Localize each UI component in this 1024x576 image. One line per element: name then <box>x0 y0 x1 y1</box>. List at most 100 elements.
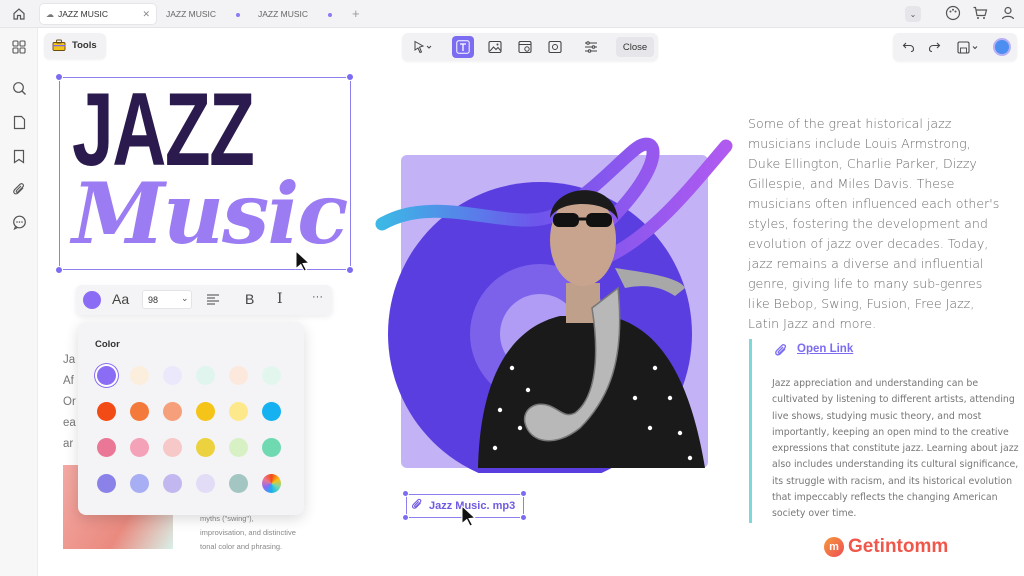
edit-toolbar: Close <box>402 33 658 61</box>
color-swatch[interactable] <box>97 474 116 493</box>
close-tab-icon[interactable]: ✕ <box>142 9 150 20</box>
bold-button[interactable]: B <box>245 291 254 307</box>
resize-handle[interactable] <box>520 490 527 497</box>
tab-label: JAZZ MUSIC <box>166 9 217 19</box>
grid-icon[interactable] <box>10 38 28 56</box>
more-options-icon[interactable]: ··· <box>312 291 323 303</box>
attachment-icon[interactable] <box>10 180 28 198</box>
quote-paragraph: Jazz appreciation and understanding can … <box>772 378 1019 520</box>
color-swatch[interactable] <box>130 438 149 457</box>
shape-tool-button[interactable] <box>544 36 566 58</box>
italic-button[interactable]: I <box>277 291 283 307</box>
close-button[interactable]: Close <box>616 37 654 57</box>
color-swatch[interactable] <box>229 366 248 385</box>
color-picker-panel: Color <box>78 322 304 515</box>
mouse-cursor-icon <box>460 504 478 532</box>
palette-icon[interactable] <box>945 5 961 26</box>
color-label: Color <box>95 339 120 350</box>
page-icon[interactable] <box>10 113 28 131</box>
color-swatch[interactable] <box>163 366 182 385</box>
resize-handle[interactable] <box>402 514 409 521</box>
tab-jazz-music-2[interactable]: JAZZ MUSIC <box>160 4 246 24</box>
tab-label: JAZZ MUSIC <box>58 9 109 19</box>
font-size-value: 98 <box>148 295 159 305</box>
select-tool-button[interactable] <box>408 36 438 58</box>
undo-icon[interactable] <box>897 36 919 58</box>
link-tool-button[interactable] <box>514 36 536 58</box>
text-selection-box[interactable] <box>59 77 351 270</box>
color-swatch[interactable] <box>97 438 116 457</box>
cloud-icon: ☁ <box>46 9 54 19</box>
color-swatch[interactable] <box>97 366 116 385</box>
text-fragment: improvisation, and distinctive <box>200 528 296 537</box>
color-swatch[interactable] <box>196 474 215 493</box>
resize-handle[interactable] <box>346 266 354 274</box>
resize-handle[interactable] <box>55 266 63 274</box>
font-button[interactable]: Aa <box>112 291 129 307</box>
color-swatch[interactable] <box>196 366 215 385</box>
color-swatch[interactable] <box>262 402 281 421</box>
left-text-bottom: myths ("swing"), improvisation, and dist… <box>200 512 296 554</box>
brand-logo-icon: m <box>824 537 844 557</box>
color-swatch[interactable] <box>130 366 149 385</box>
home-icon[interactable] <box>10 5 28 23</box>
color-swatch[interactable] <box>130 402 149 421</box>
tab-label: JAZZ MUSIC <box>258 9 309 19</box>
resize-handle[interactable] <box>346 73 354 81</box>
resize-handle[interactable] <box>520 514 527 521</box>
tab-dot-icon <box>236 9 240 19</box>
color-swatch[interactable] <box>163 474 182 493</box>
color-swatch[interactable] <box>229 402 248 421</box>
color-swatch[interactable] <box>196 438 215 457</box>
toolbox-icon <box>52 39 66 57</box>
tools-label: Tools <box>72 40 97 51</box>
tab-dot-icon <box>328 9 332 19</box>
mouse-cursor-icon <box>294 249 312 277</box>
left-text-partial: Ja Af Or ea ar <box>63 350 76 455</box>
color-swatch[interactable] <box>196 402 215 421</box>
color-swatch[interactable] <box>229 474 248 493</box>
brand-name: Getintomm <box>848 536 949 557</box>
text-tool-button[interactable] <box>452 36 474 58</box>
user-icon[interactable] <box>1000 5 1016 26</box>
comment-icon[interactable] <box>10 213 28 231</box>
tools-button[interactable]: Tools <box>44 33 106 59</box>
tabs-dropdown-icon[interactable]: ⌄ <box>905 6 921 22</box>
text-fragment: Ja <box>63 354 76 366</box>
left-sidebar <box>0 28 38 576</box>
image-tool-button[interactable] <box>484 36 506 58</box>
text-color-button[interactable] <box>83 291 101 309</box>
color-swatch[interactable] <box>97 402 116 421</box>
text-fragment: Or <box>63 396 76 408</box>
tab-jazz-music-1[interactable]: ☁ JAZZ MUSIC ✕ <box>40 4 156 24</box>
color-swatch[interactable] <box>262 474 281 493</box>
history-toolbar <box>893 33 1017 61</box>
text-fragment: ar <box>63 438 74 450</box>
resize-handle[interactable] <box>55 73 63 81</box>
text-format-toolbar: Aa 98 ⌄ B I ··· <box>76 285 332 315</box>
watermark: m Getintomm <box>824 536 948 558</box>
align-left-icon[interactable] <box>206 293 220 311</box>
color-swatch[interactable] <box>229 438 248 457</box>
bookmark-icon[interactable] <box>10 147 28 165</box>
color-swatch[interactable] <box>130 474 149 493</box>
tab-bar: ☁ JAZZ MUSIC ✕ JAZZ MUSIC JAZZ MUSIC + ⌄ <box>0 0 1024 28</box>
ai-assistant-icon[interactable] <box>993 38 1011 56</box>
search-icon[interactable] <box>10 79 28 97</box>
color-swatch[interactable] <box>262 366 281 385</box>
settings-sliders-icon[interactable] <box>580 36 602 58</box>
chevron-down-icon: ⌄ <box>181 293 189 303</box>
quote-accent-bar <box>749 339 752 523</box>
text-fragment: ea <box>63 417 76 429</box>
redo-icon[interactable] <box>923 36 945 58</box>
font-size-select[interactable]: 98 ⌄ <box>142 290 192 309</box>
resize-handle[interactable] <box>402 490 409 497</box>
color-swatch[interactable] <box>262 438 281 457</box>
tab-jazz-music-3[interactable]: JAZZ MUSIC <box>252 4 338 24</box>
color-swatch[interactable] <box>163 402 182 421</box>
save-icon[interactable] <box>953 36 983 58</box>
new-tab-icon[interactable]: + <box>352 6 360 21</box>
cart-icon[interactable] <box>972 5 988 26</box>
open-link[interactable]: Open Link <box>797 343 853 355</box>
color-swatch[interactable] <box>163 438 182 457</box>
